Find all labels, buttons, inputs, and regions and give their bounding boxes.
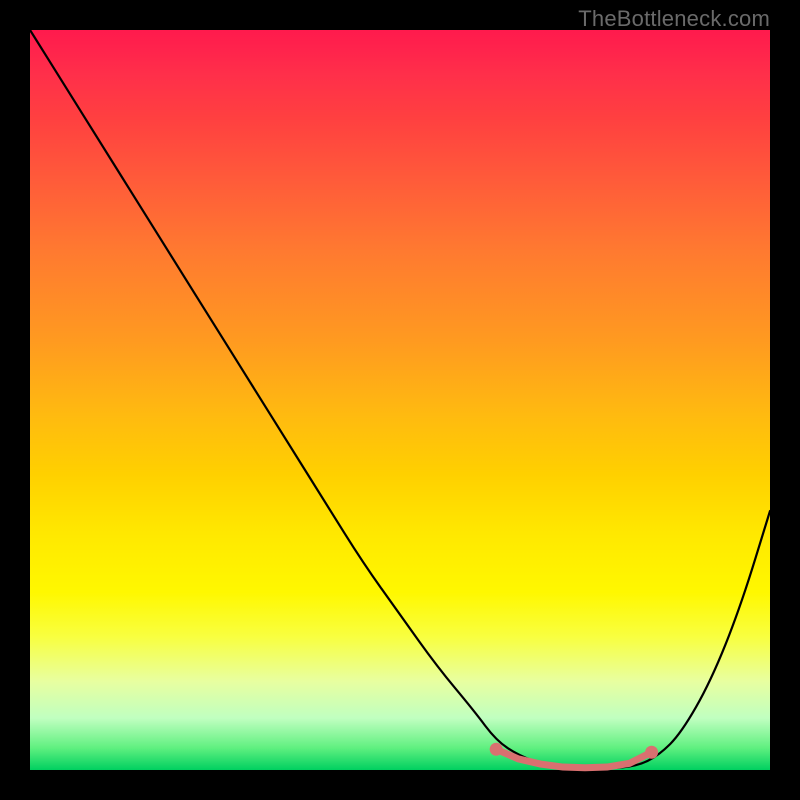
chart-container: { "watermark": "TheBottleneck.com", "col… — [0, 0, 800, 800]
watermark-text: TheBottleneck.com — [578, 6, 770, 32]
optimal-range-endpoint — [645, 746, 658, 759]
optimal-range-endpoint — [490, 743, 503, 756]
optimal-range-line — [496, 749, 651, 768]
optimal-range-markers — [490, 743, 658, 768]
chart-svg — [30, 30, 770, 770]
bottleneck-curve — [30, 30, 770, 769]
